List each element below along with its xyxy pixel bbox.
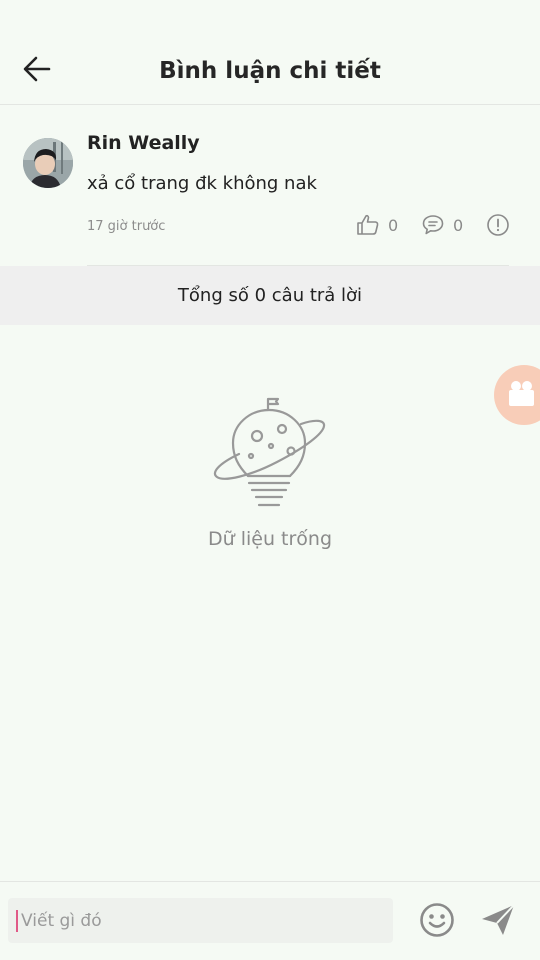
send-button[interactable] [479,902,517,938]
like-count: 0 [388,215,399,235]
reply-count: 0 [453,215,464,235]
empty-state-text: Dữ liệu trống [207,528,333,550]
avatar-image [23,138,73,188]
reply-button[interactable]: 0 [421,213,463,237]
text-caret [16,909,18,932]
replies-summary: Tổng số 0 câu trả lời [0,266,540,325]
report-button[interactable] [486,213,510,237]
send-icon [482,904,515,935]
comment-input[interactable] [21,898,393,943]
thumbs-up-icon [357,214,379,235]
planet-lightbulb-icon [213,397,326,507]
video-camera-icon [509,381,534,406]
comment-time: 17 giờ trước [87,219,166,234]
like-button[interactable]: 0 [356,213,398,237]
emoji-button[interactable] [419,902,455,938]
comment-input-box[interactable] [8,898,393,943]
avatar[interactable] [23,138,73,188]
report-icon [487,214,509,236]
smiley-icon [420,903,454,937]
comment-text: xả cổ trang đk không nak [87,173,317,194]
header: Bình luận chi tiết [0,0,540,105]
floating-video-button[interactable] [494,365,540,425]
comment-card: Rin Weally xả cổ trang đk không nak 17 g… [0,105,540,265]
comment-author[interactable]: Rin Weally [87,132,200,154]
page-title: Bình luận chi tiết [159,58,381,84]
comment-bubble-icon [422,215,444,235]
comment-composer [0,881,540,960]
